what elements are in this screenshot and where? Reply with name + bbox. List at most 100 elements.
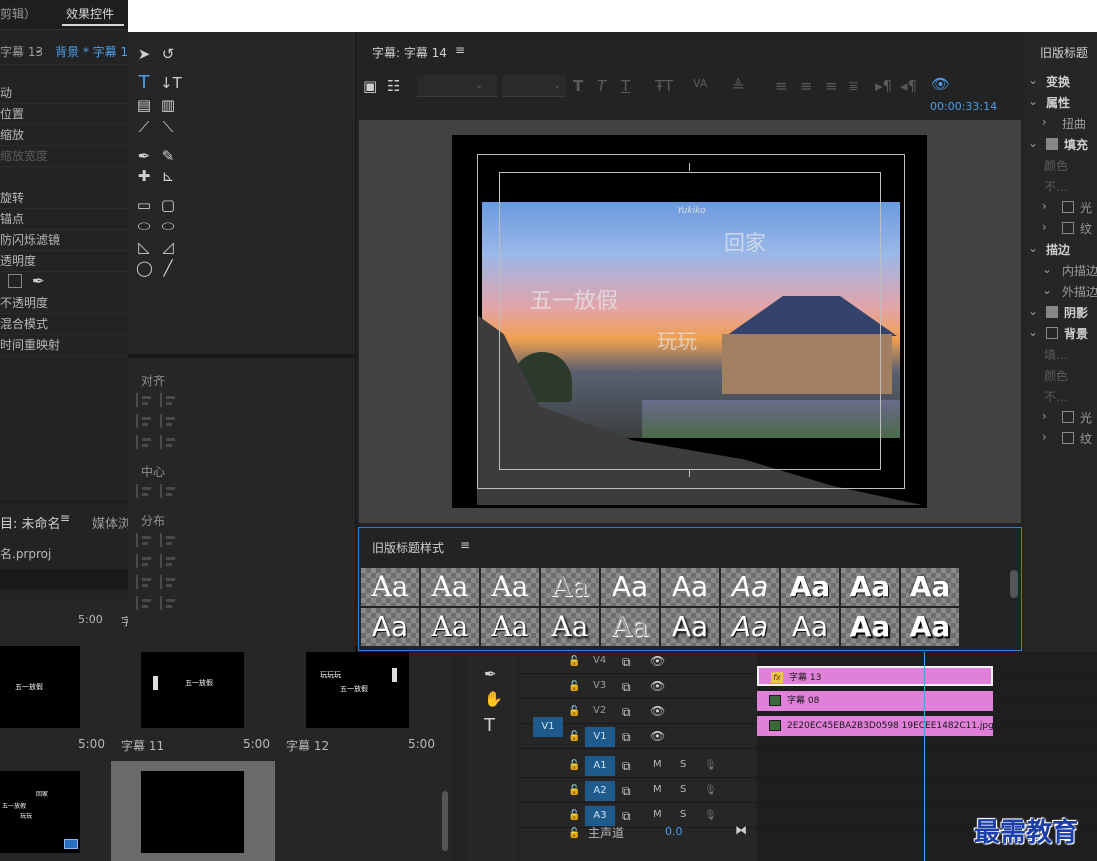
timeline-clip[interactable]: fx 字幕 13 xyxy=(757,666,993,686)
align-hcenter-icon[interactable] xyxy=(136,414,152,428)
style-swatch[interactable]: Aa xyxy=(661,568,719,606)
center-horizontal-icon[interactable] xyxy=(136,484,152,498)
style-swatch[interactable]: Aa xyxy=(721,608,779,646)
tab-project[interactable]: 目: 未命名 xyxy=(0,513,61,532)
solo-button[interactable]: S xyxy=(680,809,686,820)
property-row[interactable]: 填... xyxy=(1024,346,1097,366)
distribute-vcenter-icon[interactable] xyxy=(160,554,176,568)
style-swatch[interactable]: Aa xyxy=(781,568,839,606)
pen-mask-icon[interactable]: ✒ xyxy=(32,273,45,289)
sync-lock-icon[interactable]: ⧉ xyxy=(622,654,631,670)
playhead[interactable] xyxy=(924,652,925,861)
delete-anchor-icon[interactable]: ✎ xyxy=(160,148,176,164)
effect-property-label[interactable]: 缩放宽度 xyxy=(0,147,48,164)
go-to-end-icon[interactable]: ⧓ xyxy=(735,822,747,838)
type-tool-icon[interactable]: T xyxy=(136,74,152,92)
font-size-icon[interactable]: ŦT xyxy=(655,78,673,94)
distribute-top-icon[interactable] xyxy=(160,533,176,547)
tab-media-browser[interactable]: 媒体浏 xyxy=(92,513,128,532)
tab-stops-ruler-icon[interactable]: ⩸ xyxy=(849,78,858,94)
kerning-icon[interactable]: VA xyxy=(693,76,707,92)
style-swatch[interactable]: Aa xyxy=(601,608,659,646)
styles-scrollbar[interactable] xyxy=(1010,570,1018,598)
pen-tool-icon[interactable]: ✒ xyxy=(136,148,152,164)
property-row[interactable]: 不... xyxy=(1024,178,1097,198)
wedge-tool-icon[interactable]: ◺ xyxy=(136,239,152,255)
align-vcenter-icon[interactable] xyxy=(160,414,176,428)
search-field[interactable] xyxy=(0,569,128,589)
lock-icon[interactable]: 🔓 xyxy=(568,783,580,799)
italic-icon[interactable]: T xyxy=(597,78,606,94)
checkbox[interactable] xyxy=(1046,138,1058,150)
style-swatch[interactable]: Aa xyxy=(601,568,659,606)
titler-title-bar[interactable] xyxy=(128,0,1097,32)
track-target-v4[interactable]: V4 xyxy=(593,655,606,666)
solo-button[interactable]: S xyxy=(680,759,686,770)
align-right-icon[interactable] xyxy=(136,435,152,449)
lock-icon[interactable]: 🔓 xyxy=(568,704,580,720)
distribute-center-icon[interactable] xyxy=(136,554,152,568)
property-row[interactable]: › 扭曲 xyxy=(1024,115,1097,135)
distribute-hspace-icon[interactable] xyxy=(136,596,152,610)
style-swatch[interactable]: Aa xyxy=(481,608,539,646)
effect-property-label[interactable]: 缩放 xyxy=(0,126,24,143)
type-tool-icon[interactable]: T xyxy=(484,717,495,735)
lock-icon[interactable]: 🔓 xyxy=(568,679,580,695)
track-target-a2[interactable]: A2 xyxy=(585,781,615,801)
property-row[interactable]: 颜色 xyxy=(1024,157,1097,177)
sync-lock-icon[interactable]: ⧉ xyxy=(622,679,631,695)
rounded-rect-icon[interactable]: ⬭ xyxy=(160,218,176,234)
style-swatch[interactable]: Aa xyxy=(721,568,779,606)
property-row[interactable]: ⌄ 属性 xyxy=(1024,94,1097,114)
bold-icon[interactable]: T xyxy=(573,78,583,94)
convert-anchor-icon[interactable]: ⊾ xyxy=(160,168,176,184)
style-swatch[interactable]: Aa xyxy=(421,568,479,606)
timecode[interactable]: 00:00:33:14 xyxy=(930,100,997,113)
microphone-icon[interactable]: 🎙 xyxy=(704,758,717,774)
canvas-text-huijia[interactable]: 回家 xyxy=(724,227,766,257)
timeline-clip[interactable]: 2E20EC45EBA2B3D0598 19ECEE1482C11.jpg xyxy=(757,716,993,736)
property-row[interactable]: ⌄ 背景 xyxy=(1024,325,1097,345)
panel-menu-icon[interactable]: ≡ xyxy=(455,43,465,57)
property-row[interactable]: › 纹 xyxy=(1024,220,1097,240)
solo-button[interactable]: S xyxy=(680,784,686,795)
distribute-bottom-icon[interactable] xyxy=(160,575,176,589)
track-target-v3[interactable]: V3 xyxy=(593,680,606,691)
track-target-v1[interactable]: V1 xyxy=(585,727,615,747)
center-vertical-icon[interactable] xyxy=(160,484,176,498)
style-swatch[interactable]: Aa xyxy=(541,608,599,646)
add-anchor-icon[interactable]: ✚ xyxy=(136,168,152,184)
master-volume-value[interactable]: 0.0 xyxy=(665,825,683,838)
style-swatch[interactable]: Aa xyxy=(781,608,839,646)
show-background-video-icon[interactable]: 👁 xyxy=(931,76,950,92)
tab-stops-icon[interactable]: ☷ xyxy=(387,78,400,94)
panel-menu-icon[interactable]: ≡ xyxy=(460,538,470,552)
checkbox[interactable] xyxy=(1062,222,1074,234)
style-swatch[interactable]: Aa xyxy=(841,608,899,646)
checkbox[interactable] xyxy=(1046,306,1058,318)
microphone-icon[interactable]: 🎙 xyxy=(704,783,717,799)
style-swatch[interactable]: Aa xyxy=(541,568,599,606)
tab-edit[interactable]: 剪辑） xyxy=(0,5,36,22)
project-scrollbar[interactable] xyxy=(442,791,448,851)
thumbnail-3[interactable]: 玩玩玩 五一放假 xyxy=(306,646,409,728)
mute-button[interactable]: M xyxy=(653,759,662,770)
style-swatch[interactable]: Aa xyxy=(901,568,959,606)
leading-icon[interactable]: ≜ xyxy=(732,78,745,94)
font-family-select[interactable] xyxy=(417,75,497,97)
lock-icon[interactable]: 🔓 xyxy=(568,758,580,774)
property-row[interactable]: ⌄ 外描边 xyxy=(1024,283,1097,303)
canvas-text-wuyi[interactable]: 五一放假 xyxy=(530,283,618,315)
rounded-corner-rect-icon[interactable]: ▢ xyxy=(160,197,176,213)
style-swatch[interactable]: Aa xyxy=(361,568,419,606)
eye-icon[interactable]: 👁 xyxy=(650,653,665,669)
sync-lock-icon[interactable]: ⧉ xyxy=(622,704,631,720)
distribute-right-icon[interactable] xyxy=(136,575,152,589)
effect-property-label[interactable]: 不透明度 xyxy=(0,294,48,311)
checkbox[interactable] xyxy=(1062,201,1074,213)
effect-property-label[interactable]: 锚点 xyxy=(0,210,24,227)
canvas-text-wanwan[interactable]: 玩玩 xyxy=(657,325,697,354)
line-tool-icon[interactable]: ╱ xyxy=(160,260,176,276)
thumbnail-5-selected[interactable] xyxy=(111,761,275,861)
distribute-left-icon[interactable] xyxy=(136,533,152,547)
